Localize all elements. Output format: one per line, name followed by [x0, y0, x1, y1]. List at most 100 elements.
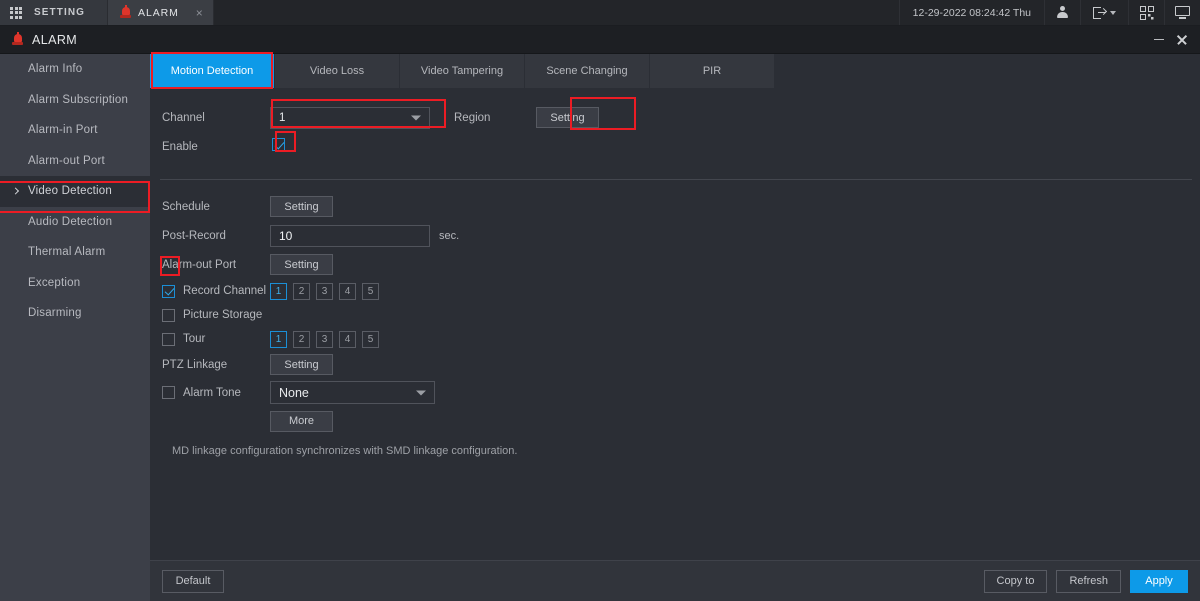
- sidebar-item-audio-detection[interactable]: Audio Detection: [0, 207, 150, 238]
- tour-chip-3[interactable]: 3: [316, 330, 333, 348]
- channel-select[interactable]: 1: [270, 106, 430, 129]
- record-channel-checkbox[interactable]: [162, 284, 175, 298]
- tour-chip-5[interactable]: 5: [362, 330, 379, 348]
- enable-label: Enable: [162, 141, 198, 153]
- alarm-tone-checkbox[interactable]: [162, 386, 175, 399]
- sidebar-item-alarm-info[interactable]: Alarm Info: [0, 54, 150, 85]
- copy-to-button[interactable]: Copy to: [983, 569, 1048, 593]
- monitor-icon[interactable]: [1164, 0, 1200, 25]
- apply-label: Apply: [1145, 575, 1173, 587]
- tour-row: Tour 1 2 3 4 5: [150, 327, 1200, 351]
- window-siren-icon: [12, 31, 23, 46]
- ptz-linkage-row: PTZ Linkage Setting: [150, 351, 1200, 378]
- sidebar-item-label: Alarm Subscription: [28, 93, 129, 106]
- alarm-tone-value: None: [279, 385, 309, 400]
- sidebar-item-label: Alarm-in Port: [28, 124, 98, 137]
- tab-scene-changing[interactable]: Scene Changing: [525, 54, 650, 88]
- post-record-row: Post-Record 10 sec.: [150, 221, 1200, 250]
- tab-alarm-close-icon[interactable]: ×: [196, 7, 203, 19]
- tab-label: Scene Changing: [546, 65, 628, 77]
- setting-menu-button[interactable]: SETTING: [0, 0, 109, 25]
- chevron-down-icon: [411, 115, 421, 120]
- alarm-out-setting-button[interactable]: Setting: [270, 254, 333, 275]
- post-record-value: 10: [279, 228, 293, 243]
- chevron-down-icon: [416, 390, 426, 395]
- tour-chip-2[interactable]: 2: [293, 330, 310, 348]
- sidebar-item-label: Alarm-out Port: [28, 154, 105, 167]
- chevron-right-icon: [11, 187, 20, 195]
- tour-chip-1[interactable]: 1: [270, 330, 287, 348]
- footer-action-group: Copy to Refresh Apply: [983, 569, 1188, 593]
- record-channel-chip-1[interactable]: 1: [270, 282, 287, 300]
- tab-pir[interactable]: PIR: [650, 54, 775, 88]
- user-icon[interactable]: [1044, 0, 1080, 25]
- tab-video-tampering[interactable]: Video Tampering: [400, 54, 525, 88]
- tour-chip-4[interactable]: 4: [339, 330, 356, 348]
- system-topbar: SETTING ALARM × 12-29-2022 08:24:42 Thu: [0, 0, 1200, 26]
- tab-label: Motion Detection: [170, 65, 254, 77]
- tab-video-loss[interactable]: Video Loss: [275, 54, 400, 88]
- refresh-button[interactable]: Refresh: [1056, 569, 1121, 593]
- alarm-out-port-row: Alarm-out Port Setting: [150, 250, 1200, 279]
- minimize-icon[interactable]: [1148, 29, 1170, 51]
- record-channel-chip-4[interactable]: 4: [339, 282, 356, 300]
- record-channel-label: Record Channel: [183, 285, 267, 297]
- alarm-out-setting-label: Setting: [284, 258, 319, 271]
- close-icon[interactable]: [1170, 29, 1192, 51]
- enable-checkbox[interactable]: [272, 138, 285, 151]
- sidebar-item-alarm-in-port[interactable]: Alarm-in Port: [0, 115, 150, 146]
- main-panel: Motion Detection Video Loss Video Tamper…: [150, 54, 1200, 601]
- tour-chips: 1 2 3 4 5: [270, 330, 379, 348]
- tab-strip: Motion Detection Video Loss Video Tamper…: [150, 54, 1200, 88]
- tab-alarm[interactable]: ALARM ×: [108, 0, 214, 25]
- schedule-row: Schedule Setting: [150, 192, 1200, 221]
- page-title: ALARM: [32, 32, 78, 47]
- post-record-input[interactable]: 10: [270, 224, 430, 247]
- channel-value: 1: [279, 111, 286, 124]
- record-channel-row: Record Channel 1 2 3 4 5: [150, 279, 1200, 303]
- default-button[interactable]: Default: [162, 569, 224, 593]
- picture-storage-checkbox[interactable]: [162, 308, 175, 322]
- picture-storage-row: Picture Storage: [150, 303, 1200, 327]
- tab-label: Video Loss: [309, 65, 365, 77]
- alarm-out-port-label: Alarm-out Port: [162, 258, 237, 271]
- alarm-tone-select[interactable]: None: [270, 381, 435, 404]
- sidebar-item-alarm-subscription[interactable]: Alarm Subscription: [0, 85, 150, 116]
- alarm-tone-label: Alarm Tone: [183, 386, 241, 399]
- tab-motion-detection[interactable]: Motion Detection: [150, 54, 275, 88]
- window-header: ALARM: [0, 26, 1200, 54]
- channel-row: Channel 1 Region Setting: [150, 102, 1200, 133]
- apply-button[interactable]: Apply: [1130, 569, 1188, 593]
- alarm-tone-row: Alarm Tone None: [150, 378, 1200, 407]
- tab-alarm-label: ALARM: [138, 6, 179, 19]
- tour-label: Tour: [183, 333, 206, 345]
- sidebar-item-label: Disarming: [28, 307, 82, 320]
- schedule-setting-button[interactable]: Setting: [270, 196, 333, 217]
- siren-icon: [120, 4, 132, 19]
- more-label: More: [288, 415, 315, 427]
- ptz-setting-button[interactable]: Setting: [270, 354, 333, 375]
- schedule-label: Schedule: [162, 200, 210, 213]
- sidebar-item-thermal-alarm[interactable]: Thermal Alarm: [0, 237, 150, 268]
- sidebar-item-label: Audio Detection: [28, 215, 113, 228]
- sidebar-item-video-detection[interactable]: Video Detection: [0, 176, 150, 207]
- more-button[interactable]: More: [270, 410, 333, 432]
- tour-checkbox[interactable]: [162, 332, 175, 346]
- schedule-setting-label: Setting: [284, 200, 319, 213]
- sidebar-item-disarming[interactable]: Disarming: [0, 298, 150, 329]
- sidebar-item-alarm-out-port[interactable]: Alarm-out Port: [0, 146, 150, 177]
- region-label: Region: [454, 111, 491, 124]
- channel-label: Channel: [162, 111, 205, 124]
- record-channel-chip-3[interactable]: 3: [316, 282, 333, 300]
- tab-label: PIR: [702, 65, 722, 77]
- qrcode-icon[interactable]: [1128, 0, 1164, 25]
- logout-icon[interactable]: [1080, 0, 1128, 25]
- footer-bar: Default Copy to Refresh Apply: [150, 560, 1200, 601]
- sidebar-item-label: Exception: [28, 276, 81, 289]
- region-setting-label: Setting: [550, 111, 585, 124]
- record-channel-chip-5[interactable]: 5: [362, 282, 379, 300]
- region-setting-button[interactable]: Setting: [536, 107, 599, 128]
- record-channel-chip-2[interactable]: 2: [293, 282, 310, 300]
- sidebar-item-exception[interactable]: Exception: [0, 268, 150, 299]
